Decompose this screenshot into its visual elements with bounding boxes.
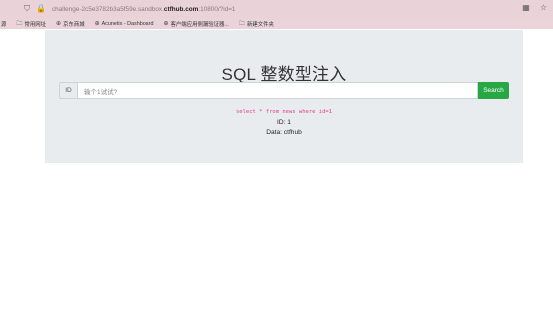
- result-data: Data: ctfhub: [266, 128, 302, 136]
- bookmark-label: 客户端应用侧漏验证器...: [170, 21, 229, 28]
- search-button[interactable]: Search: [478, 82, 509, 99]
- id-label: ID: [59, 82, 77, 99]
- url-suffix: :10800/?id=1: [198, 5, 236, 13]
- bookmark-folder-common[interactable]: 🗀 常用网址: [16, 19, 46, 29]
- address-bar[interactable]: ⛉ 🔒 challenge-2c5e3782b3a5f59e.sandbox.c…: [24, 3, 524, 15]
- id-input[interactable]: 输个1试试?: [77, 82, 478, 99]
- toolbar-actions: ▦ ☆: [522, 3, 547, 12]
- url-prefix: challenge-2c5e3782b3a5f59e.sandbox.: [51, 5, 164, 13]
- star-icon[interactable]: ☆: [540, 3, 547, 12]
- result-block: ID: 1 Data: ctfhub: [45, 118, 523, 137]
- bookmark-cut-label[interactable]: 源: [1, 20, 6, 28]
- result-id: ID: 1: [277, 119, 291, 126]
- folder-icon: 🗀: [16, 20, 23, 27]
- jumbotron: SQL 整数型注入 ID 输个1试试? Search select * from…: [45, 30, 523, 163]
- qr-code-icon[interactable]: ▦: [522, 3, 530, 12]
- page-content: SQL 整数型注入 ID 输个1试试? Search select * from…: [0, 29, 553, 319]
- bookmark-label: 新建文件夹: [246, 21, 274, 28]
- url-text: challenge-2c5e3782b3a5f59e.sandbox.ctfhu…: [52, 6, 236, 13]
- globe-icon: ⊕: [56, 21, 62, 27]
- bookmark-client[interactable]: ⊕ 客户端应用侧漏验证器...: [163, 20, 228, 28]
- search-form: ID 输个1试试? Search: [59, 82, 509, 99]
- folder-icon: 🗀: [238, 20, 245, 27]
- shield-icon: ⛉: [24, 4, 30, 13]
- bookmark-label: Acunetix - Dashboard: [101, 20, 154, 27]
- sql-query-text: select * from news where id=1: [235, 109, 333, 115]
- bookmarks-bar: 源 🗀 常用网址 ⊕ 京东商城 ⊕ Acunetix - Dashboard ⊕…: [0, 18, 553, 29]
- url-host: ctfhub.com: [163, 5, 199, 13]
- globe-icon: ⊕: [163, 21, 169, 27]
- bookmark-acunetix[interactable]: ⊕ Acunetix - Dashboard: [94, 20, 154, 28]
- bookmark-label: 常用网址: [24, 21, 46, 28]
- bookmark-folder-new[interactable]: 🗀 新建文件夹: [239, 19, 274, 29]
- bookmark-jd[interactable]: ⊕ 京东商城: [56, 20, 85, 28]
- bookmark-label: 京东商城: [63, 21, 85, 28]
- browser-toolbar: ⛉ 🔒 challenge-2c5e3782b3a5f59e.sandbox.c…: [0, 0, 553, 18]
- globe-icon: ⊕: [94, 21, 100, 27]
- lock-icon: 🔒: [36, 4, 46, 13]
